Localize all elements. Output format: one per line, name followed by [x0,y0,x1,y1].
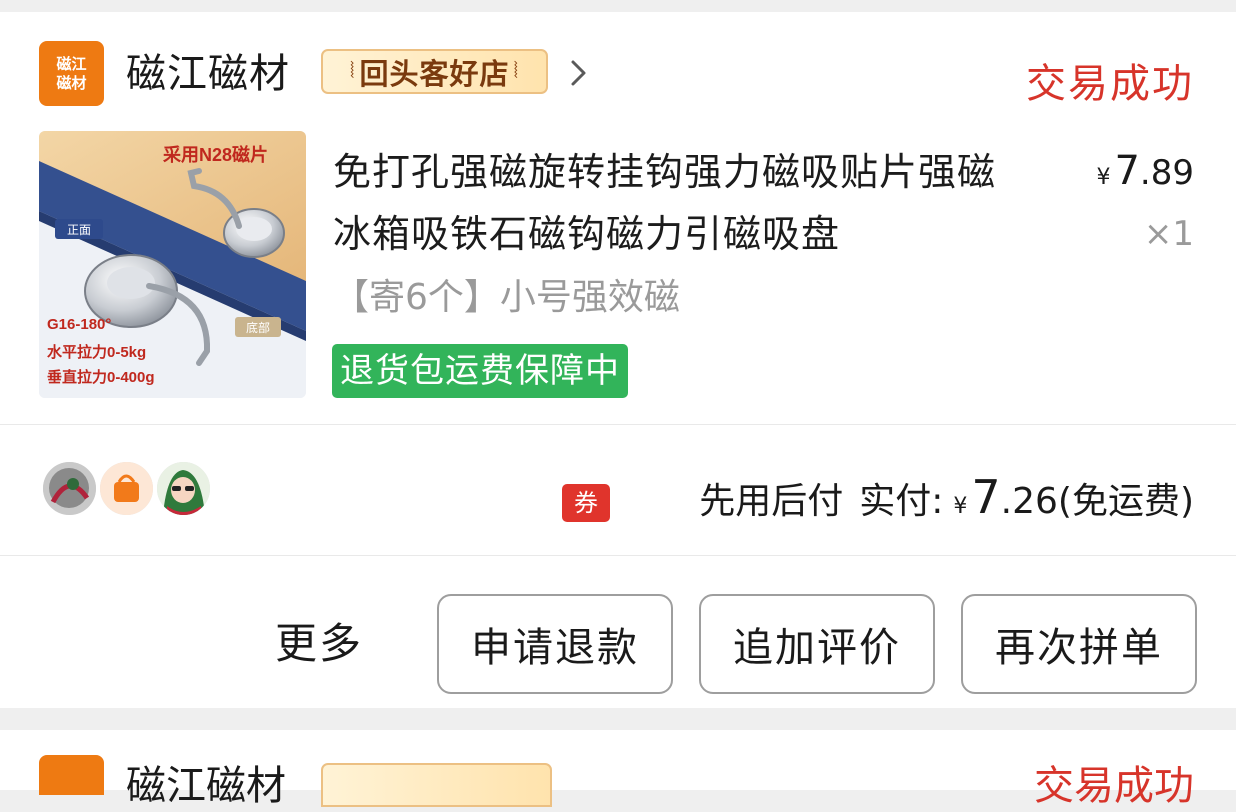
unit-price-symbol: ¥ [1096,165,1111,190]
product-sku: 【寄6个】小号强效磁 [333,277,680,318]
shop-logo-line1: 磁江 [56,54,87,73]
order-status: 交易成功 [1034,763,1194,809]
return-shipping-guarantee-tag: 退货包运费保障中 [332,344,628,398]
product-title[interactable]: 免打孔强磁旋转挂钩强力磁吸贴片强磁冰箱吸铁石磁钩磁力引磁吸盘 [333,141,1033,265]
shop-logo-line2: 磁材 [56,73,87,92]
unit-price-int: 7 [1114,148,1140,194]
image-banner-text: 采用N28磁片 [162,144,268,165]
product-image[interactable]: 采用N28磁片 正面 底部 G16-180° 水平拉力0-5kg 垂直拉力0-4… [39,131,306,398]
badge-left-deco-icon: ⦚ [349,59,356,84]
repeat-customer-badge: ⦚ 回头客好店 ⦚ [321,49,548,94]
shop-name[interactable]: 磁江磁材 [126,48,290,100]
divider [0,424,1236,425]
unit-price-dec: .89 [1139,153,1194,193]
quantity: ×1 [1143,214,1194,254]
free-shipping-label: (免运费) [1057,481,1194,522]
shop-name[interactable]: 磁江磁材 [126,760,286,812]
image-spec-2: 水平拉力0-5kg [47,343,146,361]
image-tag-front: 正面 [67,223,91,237]
paid-amount-dec: .26 [1000,481,1058,522]
paid-amount-int: 7 [971,470,1001,524]
image-spec-1: G16-180° [47,316,111,333]
buyer-avatar[interactable] [98,460,155,517]
paid-symbol: ¥ [953,494,968,519]
badge-right-deco-icon: ⦚ [513,59,520,84]
payment-summary: 先用后付 实付: ¥ 7 .26 (免运费) [699,470,1194,524]
divider [0,555,1236,556]
badge-label: 回头客好店 [359,56,510,91]
unit-price: ¥ 7 .89 [1096,148,1194,194]
image-tag-bottom: 底部 [246,320,270,335]
more-button[interactable]: 更多 [275,616,363,672]
product-photo: 采用N28磁片 正面 底部 G16-180° 水平拉力0-5kg 垂直拉力0-4… [39,131,306,398]
next-order-card: 磁江磁材 交易成功 [0,730,1236,809]
order-card: 磁江 磁材 磁江磁材 ⦚ 回头客好店 ⦚ 交易成功 采用N28磁片 正面 底部 … [0,12,1236,708]
coupon-icon: 券 [562,484,610,522]
reorder-button[interactable]: 再次拼单 [961,594,1197,694]
shop-logo[interactable] [39,755,104,795]
image-spec-3: 垂直拉力0-400g [47,368,155,386]
buyer-avatar[interactable] [41,460,98,517]
request-refund-button[interactable]: 申请退款 [437,594,673,694]
chevron-right-icon[interactable] [564,58,594,88]
add-review-button[interactable]: 追加评价 [699,594,935,694]
pay-later-label: 先用后付 [699,481,844,522]
buyer-avatar[interactable] [155,460,212,517]
shop-logo[interactable]: 磁江 磁材 [39,41,104,106]
actual-paid-label: 实付: [859,481,944,522]
order-status: 交易成功 [1026,61,1194,107]
